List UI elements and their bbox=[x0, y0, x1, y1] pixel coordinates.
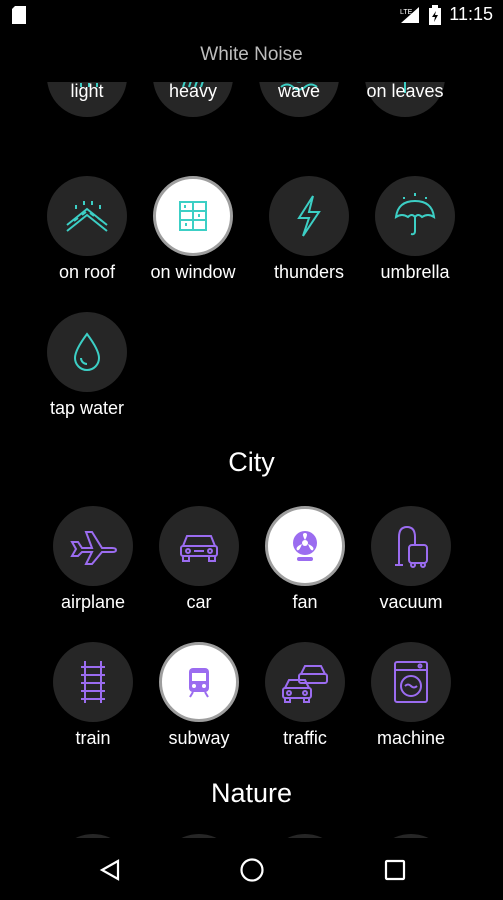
fan-icon bbox=[265, 506, 345, 586]
recents-icon bbox=[384, 859, 406, 881]
page-title: White Noise bbox=[200, 44, 303, 65]
home-icon bbox=[240, 858, 264, 882]
window-icon bbox=[153, 176, 233, 256]
washing-machine-icon bbox=[371, 642, 451, 722]
status-bar: LTE 11:15 bbox=[0, 0, 503, 30]
home-button[interactable] bbox=[232, 850, 272, 890]
battery-icon bbox=[429, 4, 442, 25]
section-title-city: City bbox=[228, 447, 275, 477]
back-icon bbox=[99, 859, 120, 881]
status-time: 11:15 bbox=[449, 4, 493, 24]
umbrella-icon bbox=[375, 176, 455, 256]
signal-icon: LTE bbox=[399, 5, 421, 25]
sound-label: machine bbox=[376, 728, 446, 748]
car-icon bbox=[159, 506, 239, 586]
section-title-nature: Nature bbox=[210, 778, 293, 808]
water-drop-icon bbox=[47, 312, 127, 392]
sd-card-icon bbox=[12, 6, 26, 24]
recents-button[interactable] bbox=[375, 850, 415, 890]
subway-icon bbox=[159, 642, 239, 722]
sound-list[interactable]: light heavy wave on leaves on roof on wi… bbox=[0, 82, 503, 838]
train-tracks-icon bbox=[53, 642, 133, 722]
sound-label: umbrella bbox=[380, 262, 450, 282]
navigation-bar bbox=[0, 838, 503, 900]
sound-label: on leaves bbox=[366, 82, 444, 101]
back-button[interactable] bbox=[90, 850, 130, 890]
sound-label: tap water bbox=[49, 398, 125, 418]
airplane-icon bbox=[53, 506, 133, 586]
network-type-label: LTE bbox=[400, 9, 413, 16]
lightning-icon bbox=[269, 176, 349, 256]
sound-label: vacuum bbox=[379, 592, 443, 612]
roof-icon bbox=[47, 176, 127, 256]
traffic-icon bbox=[265, 642, 345, 722]
vacuum-icon bbox=[371, 506, 451, 586]
